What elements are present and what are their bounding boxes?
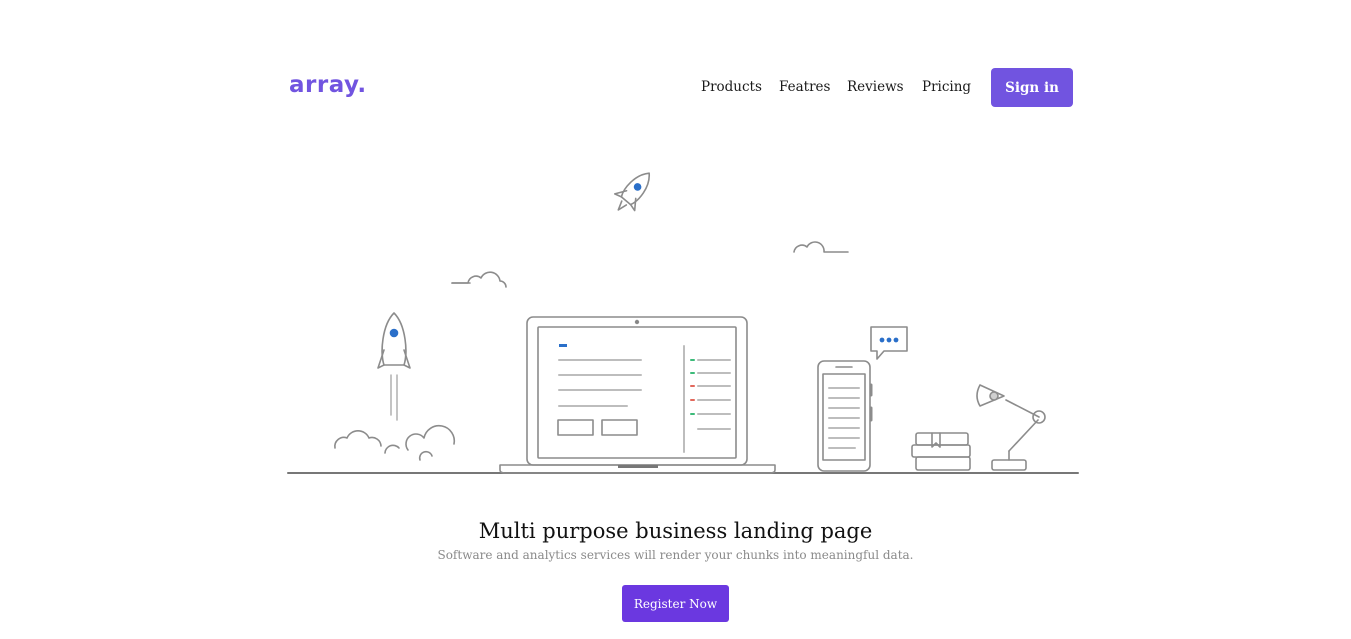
- nav-item-products[interactable]: Products: [701, 79, 762, 95]
- cloud-icon: [451, 271, 507, 288]
- desk-lamp-icon: [976, 384, 1046, 471]
- nav-item-reviews[interactable]: Reviews: [847, 79, 904, 95]
- hero-subtitle: Software and analytics services will ren…: [437, 548, 914, 562]
- nav-item-pricing[interactable]: Pricing: [922, 79, 971, 95]
- cloud-icon: [793, 241, 849, 253]
- hero-title: Multi purpose business landing page: [478, 519, 873, 543]
- logo[interactable]: array.: [289, 72, 367, 98]
- rocket-icon: [377, 312, 411, 421]
- nav-item-features[interactable]: Featres: [779, 79, 830, 95]
- phone-icon: [817, 360, 873, 472]
- rocket-icon: [613, 172, 650, 212]
- hero-illustration: [287, 172, 1079, 474]
- smoke-cloud-icon: [334, 424, 456, 461]
- books-icon: [911, 432, 971, 471]
- register-now-button[interactable]: Register Now: [622, 585, 729, 622]
- chat-bubble-icon: [870, 326, 908, 360]
- sign-in-button[interactable]: Sign in: [991, 68, 1073, 107]
- laptop-icon: [499, 316, 776, 474]
